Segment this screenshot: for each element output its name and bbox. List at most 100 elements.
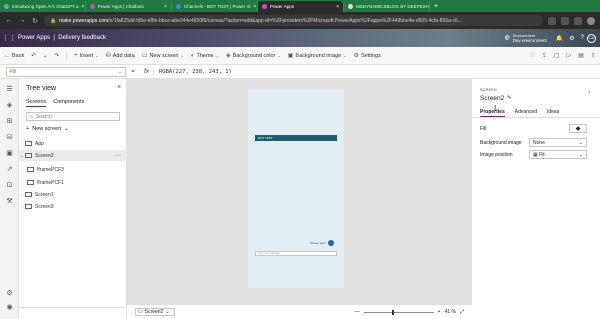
browser-tab-active[interactable]: Power Apps × bbox=[258, 1, 344, 12]
close-tab-icon[interactable]: × bbox=[336, 4, 339, 10]
extension-icon[interactable] bbox=[561, 16, 569, 25]
zoom-control: — + 41 % ⤢ bbox=[355, 309, 464, 315]
close-tab-icon[interactable]: × bbox=[82, 4, 85, 10]
tree-node-iframepcf1[interactable]: IframePCF1 bbox=[19, 177, 127, 188]
tab-properties[interactable]: Properties bbox=[480, 109, 505, 117]
insert-icon[interactable]: ⊞ bbox=[5, 117, 14, 126]
tree-node-screen2[interactable]: ⌄ Screen2 ··· bbox=[19, 150, 127, 161]
equals-sign: = bbox=[131, 68, 135, 75]
command-bar: ← Back ↶ ⌄ ↷ + Insert ⌄ ⛁ Add data ▭ New scre… bbox=[0, 47, 600, 65]
design-canvas[interactable]: BOT TEST Power apps Type your message bbox=[127, 79, 472, 304]
new-screen-button[interactable]: ▭ New screen ⌄ bbox=[141, 52, 184, 60]
url-field[interactable]: 🔒 make.powerapps.com/e/1fa825dd-fd5e-e8f… bbox=[44, 15, 543, 26]
environment-picker[interactable]: ◍ Environment Dev environment bbox=[505, 33, 553, 43]
theme-button[interactable]: ◐ Theme ⌄ bbox=[191, 53, 219, 59]
message-input[interactable]: Type your message bbox=[255, 251, 337, 256]
app-title: Power Apps | Delivery feedback bbox=[18, 35, 106, 41]
edit-pencil-icon[interactable]: ✎ bbox=[507, 95, 511, 102]
tree-view-icon[interactable]: ◈ bbox=[5, 101, 14, 110]
publish-icon[interactable]: ⇧ bbox=[591, 52, 596, 59]
more-options-icon[interactable]: ··· bbox=[115, 153, 121, 159]
close-icon[interactable]: × bbox=[117, 84, 121, 91]
database-icon: ⛁ bbox=[105, 53, 111, 59]
screen-breadcrumb[interactable]: ▭ Screen2 ⌄ bbox=[135, 308, 175, 316]
hamburger-icon[interactable]: ☰ bbox=[5, 85, 14, 94]
tab-advanced[interactable]: Advanced bbox=[515, 109, 537, 117]
data-icon[interactable]: ⛁ bbox=[5, 133, 14, 142]
back-button[interactable]: ← Back bbox=[4, 53, 24, 59]
tree-search-input[interactable]: ⌕ Search bbox=[26, 112, 120, 121]
zoom-out-button[interactable]: — bbox=[355, 309, 360, 315]
background-image-dropdown[interactable]: None ⌄ bbox=[529, 138, 587, 147]
tree-node-screen1[interactable]: › Screen1 bbox=[19, 189, 127, 200]
variables-icon[interactable]: ⊡ bbox=[5, 181, 14, 190]
reload-icon[interactable]: ↻ bbox=[31, 17, 39, 25]
new-tab-button[interactable]: + bbox=[430, 1, 442, 12]
screen-preview[interactable]: BOT TEST Power apps Type your message bbox=[248, 89, 344, 288]
fx-button[interactable]: fx bbox=[140, 68, 154, 75]
chevron-down-icon[interactable]: ⌄ bbox=[43, 53, 48, 59]
extension-icon[interactable] bbox=[548, 16, 556, 25]
media-icon[interactable]: ▣ bbox=[5, 149, 14, 158]
avatar[interactable]: CA bbox=[587, 33, 596, 43]
redo-icon[interactable]: ↷ bbox=[54, 53, 59, 59]
add-data-button[interactable]: ⛁ Add data bbox=[105, 52, 135, 60]
formula-input[interactable]: RGBA(227, 238, 243, 1) bbox=[154, 69, 232, 75]
property-selector[interactable]: Fill ⌄ bbox=[6, 66, 126, 77]
chevron-down-icon: ⌄ bbox=[117, 68, 122, 75]
forward-arrow-icon[interactable]: → bbox=[18, 17, 26, 24]
globe-icon: ◍ bbox=[504, 34, 510, 41]
close-tab-icon[interactable]: × bbox=[253, 4, 256, 10]
gear-icon[interactable]: ⚙ bbox=[569, 35, 574, 42]
tab-ideas[interactable]: Ideas bbox=[547, 109, 559, 117]
tree-node-app[interactable]: App bbox=[19, 138, 127, 149]
save-icon[interactable]: ▤ bbox=[578, 52, 584, 59]
bot-message: Power apps bbox=[310, 241, 326, 245]
zoom-slider[interactable] bbox=[363, 309, 434, 315]
tree-node-screen3[interactable]: › Screen3 bbox=[19, 201, 127, 212]
tab-screens[interactable]: Screens bbox=[26, 99, 47, 107]
fit-to-window-icon[interactable]: ⤢ bbox=[460, 309, 464, 315]
zoom-slider-thumb[interactable] bbox=[391, 309, 394, 315]
browser-tab[interactable]: Power Apps | Chatbots × bbox=[86, 1, 172, 12]
tree-node-iframepcf3[interactable]: IframePCF3 bbox=[19, 164, 127, 175]
chevron-down-icon: ⌄ bbox=[215, 53, 219, 58]
close-tab-icon[interactable]: × bbox=[164, 4, 167, 10]
insert-button[interactable]: + Insert ⌄ bbox=[74, 53, 99, 59]
browser-tab[interactable]: MSDYNAMICSBLOG BY DEEPESH× bbox=[344, 1, 430, 12]
screen-header-bar[interactable]: BOT TEST bbox=[255, 135, 337, 141]
image-position-dropdown[interactable]: ▦ Fit ⌄ bbox=[529, 150, 587, 159]
lock-icon: 🔒 bbox=[50, 17, 57, 24]
fill-color-picker[interactable]: ◆ bbox=[569, 124, 587, 133]
virtual-agent-icon[interactable]: ◉ bbox=[5, 303, 14, 312]
url-host: make.powerapps.com bbox=[59, 17, 109, 24]
settings-icon[interactable]: ⚙ bbox=[5, 289, 14, 298]
browser-tab[interactable]: Introducing Open AI's ChatGPT a × bbox=[0, 1, 86, 12]
preview-play-icon[interactable]: ▷ bbox=[567, 52, 572, 59]
zoom-in-button[interactable]: + bbox=[438, 309, 441, 315]
comments-icon[interactable]: ▢ bbox=[554, 52, 560, 59]
browser-tab[interactable]: Channels - BOT TEST | Power Vi × bbox=[172, 1, 258, 12]
undo-icon[interactable]: ↶ bbox=[31, 53, 36, 59]
bell-icon[interactable]: 🔔 bbox=[556, 35, 563, 42]
share-icon[interactable]: ⇪ bbox=[542, 52, 547, 59]
waffle-icon[interactable]: ⋮⋮ bbox=[0, 34, 18, 42]
background-image-button[interactable]: ▣ Background image ⌄ bbox=[287, 52, 347, 60]
chevron-right-icon[interactable]: › bbox=[588, 89, 590, 96]
settings-button[interactable]: ⚙ Settings bbox=[354, 52, 381, 60]
new-screen-button[interactable]: + New screen ⌄ bbox=[26, 126, 69, 132]
help-icon[interactable]: ? bbox=[581, 35, 584, 41]
power-automate-icon[interactable]: ↗ bbox=[5, 165, 14, 174]
new-screen-icon: ▭ bbox=[141, 53, 148, 59]
advanced-tools-icon[interactable]: ⚒ bbox=[5, 197, 14, 206]
extension-icon[interactable] bbox=[574, 16, 582, 25]
image-icon: ▣ bbox=[287, 53, 294, 59]
back-arrow-icon[interactable]: ← bbox=[5, 17, 13, 24]
background-color-button[interactable]: ◈ Background color ⌄ bbox=[226, 52, 281, 60]
divider bbox=[66, 50, 68, 61]
profile-icon[interactable] bbox=[587, 16, 595, 25]
tab-components[interactable]: Components bbox=[53, 99, 84, 107]
command-bar-right: ♡ ⇪ ▢ ▷ ▤ ⇧ bbox=[530, 52, 596, 59]
chevron-down-icon: ⌄ bbox=[578, 151, 583, 158]
app-checker-icon[interactable]: ♡ bbox=[530, 52, 535, 59]
